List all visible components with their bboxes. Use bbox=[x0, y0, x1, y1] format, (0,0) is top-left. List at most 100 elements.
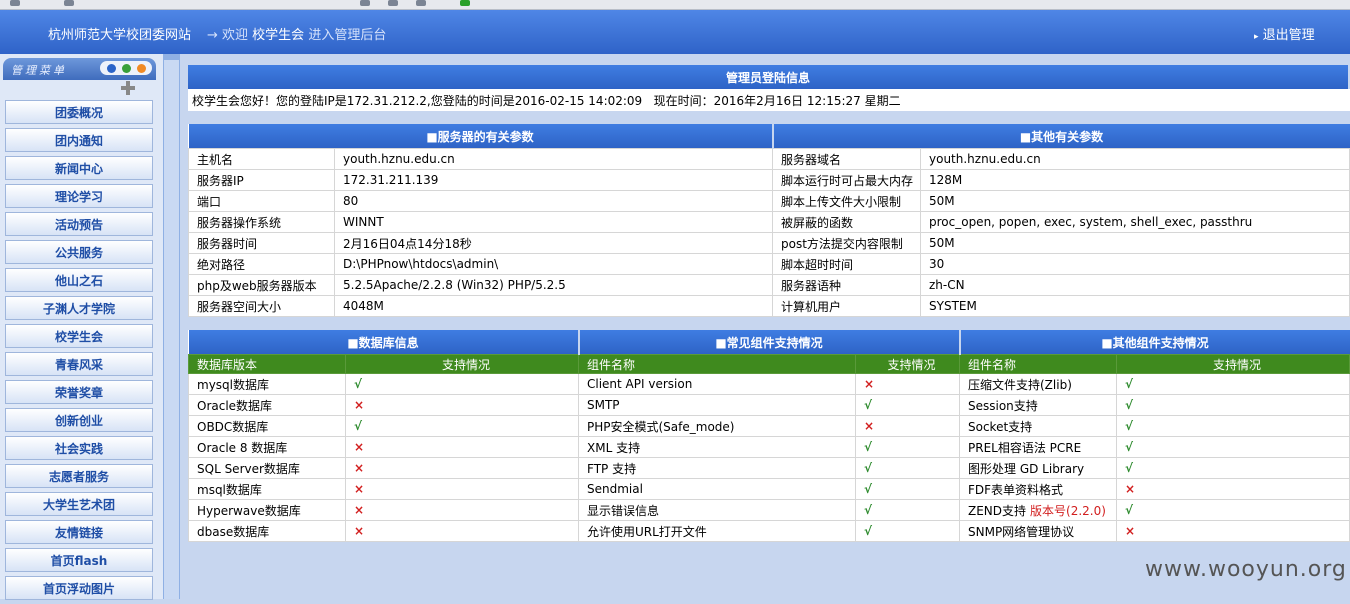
menu-item[interactable]: 团委概况 bbox=[5, 100, 153, 124]
menu-title: 管理菜单 bbox=[11, 64, 67, 77]
menu-item[interactable]: 团内通知 bbox=[5, 128, 153, 152]
cross-icon: × bbox=[354, 398, 365, 412]
component-name: 压缩文件支持(Zlib) bbox=[959, 373, 1117, 395]
menu-item[interactable]: 公共服务 bbox=[5, 240, 153, 264]
component-name: SQL Server数据库 bbox=[188, 457, 346, 479]
logout-link[interactable]: ▸ 退出管理 bbox=[1254, 24, 1315, 43]
param-name: 脚本上传文件大小限制 bbox=[772, 190, 921, 212]
check-icon: √ bbox=[864, 461, 873, 475]
menu-item[interactable]: 理论学习 bbox=[5, 184, 153, 208]
menu-item[interactable]: 新闻中心 bbox=[5, 156, 153, 180]
component-name: PHP安全模式(Safe_mode) bbox=[578, 415, 856, 437]
menu-item[interactable]: 活动预告 bbox=[5, 212, 153, 236]
component-name: Oracle数据库 bbox=[188, 394, 346, 416]
component-name: 图形处理 GD Library bbox=[959, 457, 1117, 479]
param-name: 被屏蔽的函数 bbox=[772, 211, 921, 233]
menu-item[interactable]: 创新创业 bbox=[5, 408, 153, 432]
param-value: 2月16日04点14分18秒 bbox=[334, 232, 773, 254]
cross-icon: × bbox=[1125, 482, 1136, 496]
support-status: × bbox=[345, 457, 579, 479]
component-name: mysql数据库 bbox=[188, 373, 346, 395]
top-header: 杭州师范大学校团委网站 → 欢迎 校学生会 进入管理后台 ▸ 退出管理 bbox=[0, 10, 1350, 54]
support-status: √ bbox=[855, 457, 960, 479]
menu-header: 管理菜单 bbox=[3, 58, 156, 80]
support-status: √ bbox=[1116, 499, 1350, 521]
menu-item[interactable]: 青春风采 bbox=[5, 352, 153, 376]
site-name[interactable]: 杭州师范大学校团委网站 bbox=[48, 24, 191, 43]
component-label: XML 支持 bbox=[587, 440, 641, 455]
support-status: × bbox=[855, 415, 960, 437]
table-row: php及web服务器版本 5.2.5Apache/2.2.8 (Win32) PH… bbox=[188, 274, 1350, 296]
support-status: √ bbox=[1116, 436, 1350, 458]
login-info-text: 校学生会您好！您的登陆IP是172.31.212.2,您登陆的时间是2016-0… bbox=[192, 93, 901, 108]
menu-item[interactable]: 大学生艺术团 bbox=[5, 492, 153, 516]
toolbar-icon[interactable] bbox=[360, 0, 370, 6]
param-value: 172.31.211.139 bbox=[334, 169, 773, 191]
support-status: √ bbox=[855, 478, 960, 500]
component-label: SMTP bbox=[587, 398, 620, 412]
toolbar-icon[interactable] bbox=[388, 0, 398, 6]
support-status: × bbox=[345, 394, 579, 416]
menu-list: 团委概况团内通知新闻中心理论学习活动预告公共服务他山之石子渊人才学院 校学生会青春… bbox=[5, 100, 153, 604]
toolbar-icon[interactable] bbox=[10, 0, 20, 6]
menu-item[interactable]: 首页flash bbox=[5, 548, 153, 572]
support-status: √ bbox=[855, 499, 960, 521]
common-components-title: ■常见组件支持情况 bbox=[578, 330, 961, 355]
cross-icon: × bbox=[354, 503, 365, 517]
logout-label: 退出管理 bbox=[1262, 28, 1315, 43]
menu-item[interactable]: 校学生会 bbox=[5, 324, 153, 348]
db-info-title: ■数据库信息 bbox=[188, 330, 580, 355]
param-name: 服务器时间 bbox=[188, 232, 335, 254]
toolbar-icon[interactable] bbox=[64, 0, 74, 6]
cross-icon: × bbox=[354, 440, 365, 454]
green-dot-icon[interactable] bbox=[122, 64, 131, 73]
component-name: Socket支持 bbox=[959, 415, 1117, 437]
component-label: Sendmial bbox=[587, 482, 643, 496]
check-icon: √ bbox=[864, 524, 873, 538]
menu-item[interactable]: 志愿者服务 bbox=[5, 464, 153, 488]
menu-item[interactable]: 首页浮动图片 bbox=[5, 576, 153, 600]
cross-icon: × bbox=[1125, 524, 1136, 538]
menu-item[interactable]: 社会实践 bbox=[5, 436, 153, 460]
param-name: 服务器语种 bbox=[772, 274, 921, 296]
table-row: OBDC数据库 √ PHP安全模式(Safe_mode) × Socket支持 √ bbox=[188, 415, 1350, 437]
support-status: × bbox=[345, 478, 579, 500]
toolbar-icon[interactable] bbox=[460, 0, 470, 6]
check-icon: √ bbox=[1125, 398, 1134, 412]
menu-item[interactable]: 子渊人才学院 bbox=[5, 296, 153, 320]
param-name: post方法提交内容限制 bbox=[772, 232, 921, 254]
menu-item[interactable]: 友情链接 bbox=[5, 520, 153, 544]
param-value: youth.hznu.edu.cn bbox=[334, 148, 773, 170]
scrollbar-thumb[interactable] bbox=[164, 60, 179, 599]
column-header: 组件名称 bbox=[959, 354, 1117, 374]
param-value: 80 bbox=[334, 190, 773, 212]
cross-icon: × bbox=[354, 482, 365, 496]
cross-icon: × bbox=[354, 461, 365, 475]
check-icon: √ bbox=[354, 419, 363, 433]
component-name: FTP 支持 bbox=[578, 457, 856, 479]
component-label: dbase数据库 bbox=[197, 524, 270, 539]
table-row: mysql数据库 √ Client API version × 压缩文件支持(Zlib)… bbox=[188, 373, 1350, 395]
support-status: × bbox=[345, 499, 579, 521]
expand-plus-icon[interactable] bbox=[121, 81, 135, 95]
check-icon: √ bbox=[864, 503, 873, 517]
check-icon: √ bbox=[1125, 377, 1134, 391]
server-params-table: ■服务器的有关参数 ■其他有关参数 主机名 youth.hznu.edu.cn 服务… bbox=[188, 124, 1350, 317]
orange-dot-icon[interactable] bbox=[137, 64, 146, 73]
blue-dot-icon[interactable] bbox=[107, 64, 116, 73]
component-label: Oracle数据库 bbox=[197, 398, 273, 413]
component-name: ZEND支持 版本号(2.2.0) bbox=[959, 499, 1117, 521]
cross-icon: × bbox=[354, 524, 365, 538]
support-status: √ bbox=[855, 394, 960, 416]
version-label: 版本号(2.2.0) bbox=[1030, 503, 1106, 518]
login-info-table: 管理员登陆信息 校学生会您好！您的登陆IP是172.31.212.2,您登陆的时… bbox=[188, 65, 1350, 111]
welcome-suffix: 进入管理后台 bbox=[308, 28, 387, 43]
vertical-scrollbar[interactable] bbox=[163, 54, 180, 599]
check-icon: √ bbox=[1125, 461, 1134, 475]
component-label: PREL相容语法 PCRE bbox=[968, 440, 1082, 455]
toolbar-icon[interactable] bbox=[416, 0, 426, 6]
param-value: WINNT bbox=[334, 211, 773, 233]
component-name: Hyperwave数据库 bbox=[188, 499, 346, 521]
menu-item[interactable]: 荣誉奖章 bbox=[5, 380, 153, 404]
menu-item[interactable]: 他山之石 bbox=[5, 268, 153, 292]
